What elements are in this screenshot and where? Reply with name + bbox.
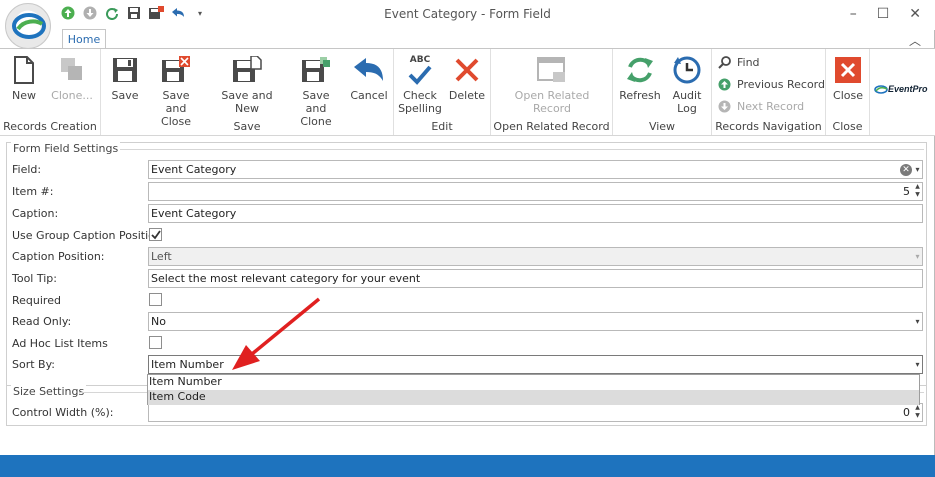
annotation-arrow-icon — [232, 297, 321, 370]
